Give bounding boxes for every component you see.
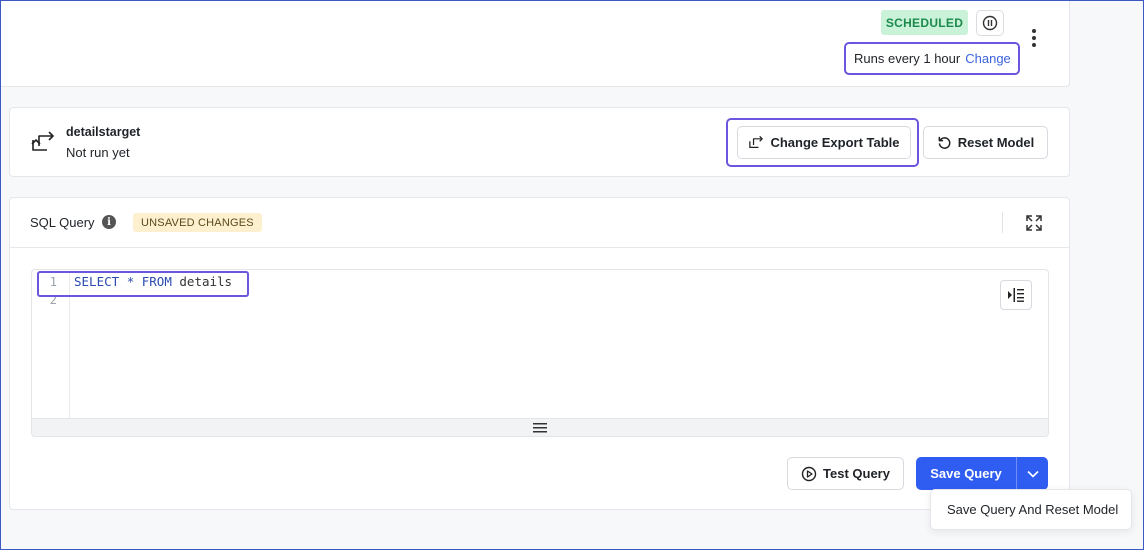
schedule-text: Runs every 1 hour <box>854 51 961 66</box>
sql-identifier: details <box>179 274 233 289</box>
schedule-info: Runs every 1 hour Change <box>844 42 1020 75</box>
reset-icon <box>938 136 951 149</box>
test-query-label: Test Query <box>823 466 890 481</box>
query-card: SQL Query i UNSAVED CHANGES 1 2 SELECT *… <box>9 197 1070 510</box>
sql-keyword: SELECT <box>74 274 120 289</box>
code-line[interactable]: SELECT * FROM details <box>74 274 232 289</box>
format-button[interactable] <box>1000 280 1032 310</box>
reset-model-button[interactable]: Reset Model <box>923 126 1048 159</box>
save-query-button[interactable]: Save Query <box>916 457 1016 490</box>
change-schedule-link[interactable]: Change <box>965 51 1011 66</box>
header-divider <box>1002 212 1003 233</box>
sql-editor[interactable]: 1 2 SELECT * FROM details <box>31 269 1049 437</box>
editor-resize-handle[interactable] <box>32 418 1048 436</box>
save-options-menu: Save Query And Reset Model <box>930 489 1132 530</box>
export-arrow-icon <box>31 131 54 151</box>
export-arrow-icon <box>749 135 764 149</box>
unsaved-changes-badge: UNSAVED CHANGES <box>133 213 262 232</box>
drag-handle-icon <box>533 422 547 432</box>
save-and-reset-menu-item[interactable]: Save Query And Reset Model <box>947 502 1118 517</box>
change-export-table-button[interactable]: Change Export Table <box>737 126 911 159</box>
query-header: SQL Query i UNSAVED CHANGES <box>10 198 1069 248</box>
sql-operator: * <box>126 274 135 289</box>
expand-icon[interactable] <box>1024 213 1044 233</box>
model-status: Not run yet <box>66 145 130 160</box>
play-circle-icon <box>801 466 817 481</box>
save-options-dropdown-button[interactable] <box>1016 457 1048 490</box>
pause-button[interactable] <box>976 10 1004 36</box>
sql-keyword: FROM <box>141 274 172 289</box>
change-export-table-label: Change Export Table <box>770 135 900 150</box>
format-indent-icon <box>1008 288 1024 302</box>
reset-model-label: Reset Model <box>957 135 1035 150</box>
model-name: detailstarget <box>66 125 141 139</box>
more-vertical-icon[interactable] <box>1025 27 1043 49</box>
header-card: SCHEDULED Runs every 1 hour Change <box>0 0 1070 87</box>
pause-circle-icon <box>982 15 998 31</box>
status-badge: SCHEDULED <box>881 10 968 35</box>
query-title: SQL Query <box>30 215 95 230</box>
chevron-down-icon <box>1026 470 1039 478</box>
model-card: detailstarget Not run yet Change Export … <box>9 107 1070 177</box>
test-query-button[interactable]: Test Query <box>787 457 904 490</box>
info-icon[interactable]: i <box>102 215 116 229</box>
